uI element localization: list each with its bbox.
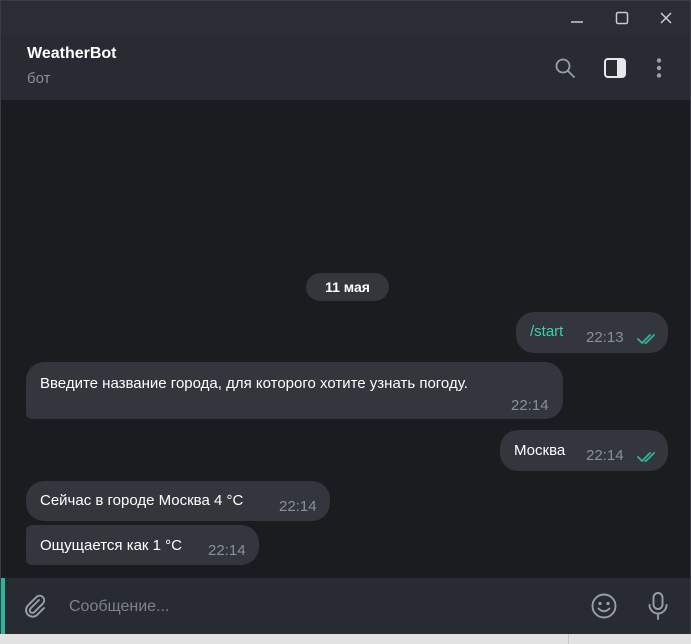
emoji-icon	[591, 593, 617, 619]
chat-title: WeatherBot	[27, 45, 117, 62]
attach-button[interactable]	[19, 590, 51, 622]
maximize-button[interactable]	[602, 5, 642, 31]
close-icon	[660, 12, 672, 24]
message-input[interactable]	[67, 592, 571, 622]
date-separator: 11 мая	[306, 273, 389, 301]
more-button[interactable]	[644, 53, 674, 83]
maximize-icon	[615, 11, 629, 25]
sidebar-toggle-icon	[604, 58, 626, 78]
message-text: Москва	[514, 442, 566, 459]
incoming-message[interactable]: Ощущается как 1 °C 22:14	[26, 525, 259, 565]
chat-header[interactable]: WeatherBot бот	[1, 35, 690, 100]
attach-icon	[25, 594, 46, 618]
emoji-button[interactable]	[588, 590, 620, 622]
message-text: Введите название города, для которого хо…	[40, 375, 468, 392]
more-vertical-icon	[656, 58, 662, 78]
close-button[interactable]	[646, 5, 686, 31]
message-time: 22:14	[511, 397, 549, 414]
app-window: WeatherBot бот 11 мая /start 22:13 Введи…	[0, 0, 691, 636]
message-text: Ощущается как 1 °C	[40, 537, 183, 554]
read-check-icon	[637, 452, 655, 462]
minimize-button[interactable]	[557, 5, 597, 31]
search-button[interactable]	[550, 53, 580, 83]
message-time: 22:14	[586, 447, 624, 464]
message-composer	[1, 578, 690, 634]
search-icon	[555, 58, 575, 78]
composer-accent	[1, 578, 5, 634]
background-window-strip	[0, 634, 691, 644]
message-time: 22:14	[208, 542, 246, 559]
minimize-icon	[571, 21, 583, 23]
command-link[interactable]: /start	[530, 323, 563, 340]
sidebar-toggle-button[interactable]	[600, 53, 630, 83]
outgoing-message[interactable]: Москва 22:14	[500, 430, 668, 471]
microphone-icon	[648, 592, 668, 620]
message-time: 22:13	[586, 329, 624, 346]
incoming-message[interactable]: Введите название города, для которого хо…	[26, 362, 563, 419]
title-bar	[1, 1, 690, 35]
message-text: Сейчас в городе Москва 4 °C	[40, 492, 244, 509]
microphone-button[interactable]	[642, 590, 674, 622]
incoming-message[interactable]: Сейчас в городе Москва 4 °C 22:14	[26, 481, 330, 521]
message-time: 22:14	[279, 498, 317, 515]
chat-subtitle: бот	[27, 70, 51, 87]
divider	[568, 634, 569, 644]
read-check-icon	[637, 334, 655, 344]
outgoing-message[interactable]: /start 22:13	[516, 312, 668, 353]
